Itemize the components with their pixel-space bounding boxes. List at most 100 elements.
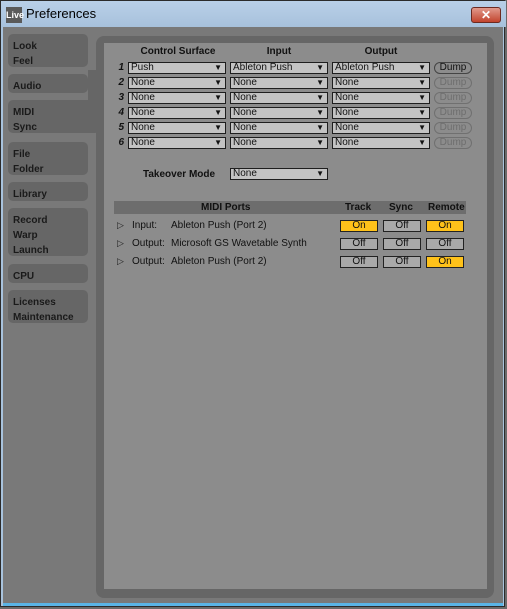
tab-file-folder[interactable]: File Folder xyxy=(8,142,88,175)
dropdown-arrow-icon: ▼ xyxy=(316,78,324,87)
input-select[interactable]: None ▼ xyxy=(230,107,328,119)
dropdown-arrow-icon: ▼ xyxy=(418,108,426,117)
tab-audio[interactable]: Audio xyxy=(8,74,88,93)
tab-midi-sync[interactable]: MIDI Sync xyxy=(8,100,100,133)
output-select[interactable]: None ▼ xyxy=(332,137,430,149)
select-value: Ableton Push xyxy=(233,62,293,73)
select-value: None xyxy=(131,137,155,148)
close-button[interactable]: ✕ xyxy=(471,7,501,23)
dropdown-arrow-icon: ▼ xyxy=(214,93,222,102)
dump-button[interactable]: Dump xyxy=(434,107,472,119)
sync-toggle[interactable]: Off xyxy=(383,256,421,268)
output-select[interactable]: None ▼ xyxy=(332,107,430,119)
tab-label: Record xyxy=(13,215,48,226)
input-select[interactable]: None ▼ xyxy=(230,122,328,134)
row-number: 1 xyxy=(118,62,124,73)
expand-triangle-icon[interactable]: ▷ xyxy=(117,256,124,267)
midi-ports-header: MIDI Ports Track Sync Remote xyxy=(114,201,466,214)
tab-label: Folder xyxy=(13,164,44,175)
input-select[interactable]: Ableton Push ▼ xyxy=(230,62,328,74)
control-surface-select[interactable]: None ▼ xyxy=(128,92,226,104)
remote-toggle[interactable]: Off xyxy=(426,238,464,250)
output-select[interactable]: None ▼ xyxy=(332,92,430,104)
control-surface-select[interactable]: None ▼ xyxy=(128,122,226,134)
dump-button[interactable]: Dump xyxy=(434,122,472,134)
input-select[interactable]: None ▼ xyxy=(230,92,328,104)
live-app-icon: Live xyxy=(6,7,24,23)
dropdown-arrow-icon: ▼ xyxy=(316,93,324,102)
dropdown-arrow-icon: ▼ xyxy=(418,63,426,72)
tab-label: MIDI xyxy=(13,107,35,118)
track-toggle[interactable]: Off xyxy=(340,238,378,250)
dropdown-arrow-icon: ▼ xyxy=(418,138,426,147)
tab-label: Look xyxy=(13,41,37,52)
input-select[interactable]: None ▼ xyxy=(230,77,328,89)
dropdown-arrow-icon: ▼ xyxy=(214,138,222,147)
control-surface-select[interactable]: None ▼ xyxy=(128,107,226,119)
select-value: None xyxy=(131,107,155,118)
select-value: None xyxy=(233,92,257,103)
tab-label: Maintenance xyxy=(13,312,74,323)
tab-cpu[interactable]: CPU xyxy=(8,264,88,283)
tab-label: Feel xyxy=(13,56,34,67)
tab-label: Licenses xyxy=(13,297,56,308)
tab-label: Launch xyxy=(13,245,49,256)
sync-toggle[interactable]: Off xyxy=(383,220,421,232)
tab-record-warp-launch[interactable]: Record Warp Launch xyxy=(8,208,88,256)
expand-triangle-icon[interactable]: ▷ xyxy=(117,220,124,231)
track-toggle[interactable]: Off xyxy=(340,256,378,268)
tab-library[interactable]: Library xyxy=(8,182,88,201)
port-name: Ableton Push (Port 2) xyxy=(171,256,267,267)
remote-toggle[interactable]: On xyxy=(426,256,464,268)
select-value: None xyxy=(233,168,257,179)
port-kind: Output: xyxy=(132,238,165,249)
row-number: 3 xyxy=(118,92,124,103)
row-number: 4 xyxy=(118,107,124,118)
select-value: None xyxy=(233,77,257,88)
dropdown-arrow-icon: ▼ xyxy=(316,123,324,132)
input-select[interactable]: None ▼ xyxy=(230,137,328,149)
tab-label: Warp xyxy=(13,230,38,241)
takeover-mode-label: Takeover Mode xyxy=(143,169,216,180)
tab-look-feel[interactable]: Look Feel xyxy=(8,34,88,67)
dropdown-arrow-icon: ▼ xyxy=(418,78,426,87)
select-value: None xyxy=(131,77,155,88)
header-track: Track xyxy=(345,202,372,213)
track-toggle[interactable]: On xyxy=(340,220,378,232)
select-value: None xyxy=(335,122,359,133)
select-value: None xyxy=(335,107,359,118)
select-value: None xyxy=(233,137,257,148)
control-surface-select[interactable]: None ▼ xyxy=(128,77,226,89)
dump-button[interactable]: Dump xyxy=(434,77,472,89)
output-select[interactable]: None ▼ xyxy=(332,122,430,134)
dump-button[interactable]: Dump xyxy=(434,92,472,104)
window-title: Preferences xyxy=(26,6,97,21)
port-kind: Input: xyxy=(132,220,158,231)
sync-toggle[interactable]: Off xyxy=(383,238,421,250)
remote-toggle[interactable]: On xyxy=(426,220,464,232)
dropdown-arrow-icon: ▼ xyxy=(214,63,222,72)
row-number: 5 xyxy=(118,122,124,133)
control-surface-select[interactable]: None ▼ xyxy=(128,137,226,149)
tab-label: Library xyxy=(13,189,47,200)
dropdown-arrow-icon: ▼ xyxy=(316,138,324,147)
tab-label: File xyxy=(13,149,31,160)
header-output: Output xyxy=(364,46,398,57)
output-select[interactable]: Ableton Push ▼ xyxy=(332,62,430,74)
dropdown-arrow-icon: ▼ xyxy=(214,78,222,87)
select-value: Push xyxy=(131,62,154,73)
title-bar: Live Preferences ✕ xyxy=(1,1,506,27)
dump-button[interactable]: Dump xyxy=(434,62,472,74)
dump-button[interactable]: Dump xyxy=(434,137,472,149)
tab-licenses-maintenance[interactable]: Licenses Maintenance xyxy=(8,290,88,323)
tab-label: Audio xyxy=(13,81,42,92)
takeover-mode-select[interactable]: None ▼ xyxy=(230,168,328,180)
row-number: 6 xyxy=(118,137,124,148)
header-control-surface: Control Surface xyxy=(140,46,216,57)
control-surface-select[interactable]: Push ▼ xyxy=(128,62,226,74)
output-select[interactable]: None ▼ xyxy=(332,77,430,89)
expand-triangle-icon[interactable]: ▷ xyxy=(117,238,124,249)
header-sync: Sync xyxy=(389,202,413,213)
midi-port-row: ▷ Output: Microsoft GS Wavetable Synth xyxy=(114,237,334,251)
port-kind: Output: xyxy=(132,256,165,267)
